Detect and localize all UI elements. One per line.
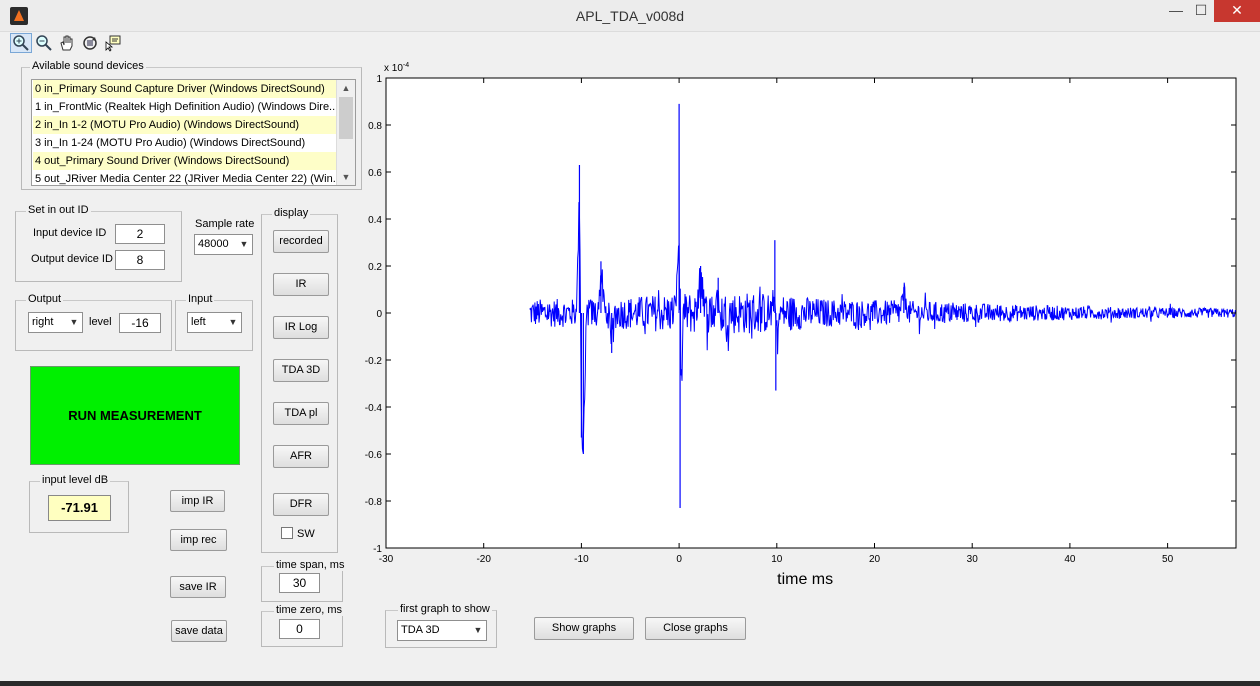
x-tick-label: -20	[476, 554, 491, 565]
y-tick-label: -0.6	[365, 450, 383, 461]
display-tda-pl-button[interactable]: TDA pl	[273, 402, 329, 425]
y-tick-label: -0.2	[365, 356, 383, 367]
chevron-down-icon: ▼	[69, 317, 79, 327]
y-tick-label: 0	[376, 309, 382, 320]
input-label: Input	[186, 293, 215, 305]
close-graphs-button[interactable]: Close graphs	[645, 617, 746, 640]
output-device-id-label: Output device ID	[31, 253, 113, 265]
output-device-id-field[interactable]: 8	[115, 250, 165, 270]
close-button[interactable]: ✕	[1214, 0, 1260, 22]
y-tick-label: -0.8	[365, 497, 383, 508]
output-level-label: level	[89, 316, 112, 328]
display-label: display	[272, 207, 311, 219]
sample-rate-value: 48000	[198, 238, 229, 250]
time-span-field[interactable]: 30	[279, 573, 320, 593]
y-exponent-label: x 10-4	[384, 62, 409, 74]
impulse-response-plot[interactable]: -30 -20 -10 0 10 20 30 40 50 -1 -0.8 -0.6 -0.4 -0.2 0 0…	[360, 56, 1240, 596]
sound-devices-label: Avilable sound devices	[30, 60, 146, 72]
x-tick-label: -10	[574, 554, 589, 565]
x-axis-label: time ms	[777, 571, 833, 588]
time-span-label: time span, ms	[274, 559, 347, 571]
sw-checkbox[interactable]	[281, 527, 293, 539]
x-tick-label: 40	[1064, 554, 1076, 565]
title-bar[interactable]: APL_TDA_v008d — ☐ ✕	[0, 0, 1260, 32]
input-device-id-field[interactable]: 2	[115, 224, 165, 244]
save-ir-button[interactable]: save IR	[170, 576, 226, 598]
maximize-button[interactable]: ☐	[1188, 0, 1214, 22]
input-level-label: input level dB	[40, 474, 111, 486]
pan-hand-icon[interactable]	[56, 33, 78, 53]
display-afr-button[interactable]: AFR	[273, 445, 329, 468]
first-graph-select[interactable]: TDA 3D ▼	[397, 620, 487, 641]
y-tick-label: 0.2	[368, 262, 382, 273]
minimize-button[interactable]: —	[1164, 0, 1188, 22]
scroll-down-arrow-icon[interactable]: ▼	[337, 169, 355, 185]
list-item[interactable]: 2 in_In 1-2 (MOTU Pro Audio) (Windows Di…	[33, 116, 336, 134]
display-tda-3d-button[interactable]: TDA 3D	[273, 359, 329, 382]
list-scrollbar[interactable]: ▲ ▼	[336, 80, 355, 185]
input-channel-value: left	[191, 316, 206, 328]
imp-ir-button[interactable]: imp IR	[170, 490, 225, 512]
chevron-down-icon: ▼	[473, 625, 483, 635]
rotate-3d-icon[interactable]	[79, 33, 101, 53]
set-io-panel: Set in out ID	[15, 204, 182, 282]
input-level-value: -71.91	[48, 495, 111, 521]
zoom-out-icon[interactable]	[33, 33, 55, 53]
input-channel-select[interactable]: left ▼	[187, 312, 242, 333]
sample-rate-label: Sample rate	[195, 218, 255, 230]
set-io-label: Set in out ID	[26, 204, 91, 216]
time-zero-field[interactable]: 0	[279, 619, 320, 639]
window-title: APL_TDA_v008d	[575, 8, 685, 24]
data-cursor-icon[interactable]	[102, 33, 124, 53]
output-label: Output	[26, 293, 64, 305]
y-tick-label: -0.4	[365, 403, 383, 414]
y-exponent-power: -4	[403, 62, 409, 69]
x-tick-label: 10	[771, 554, 783, 565]
scroll-up-arrow-icon[interactable]: ▲	[337, 80, 355, 96]
display-recorded-button[interactable]: recorded	[273, 230, 329, 253]
zoom-in-icon[interactable]	[10, 33, 32, 53]
y-tick-label: 0.6	[368, 168, 382, 179]
input-device-id-label: Input device ID	[33, 227, 107, 239]
y-tick-label: -1	[373, 544, 382, 555]
output-channel-value: right	[32, 316, 54, 328]
y-tick-label: 0.4	[368, 215, 382, 226]
list-item[interactable]: 4 out_Primary Sound Driver (Windows Dire…	[33, 152, 336, 170]
display-ir-log-button[interactable]: IR Log	[273, 316, 329, 339]
taskbar-edge	[0, 681, 1260, 686]
x-tick-label: 20	[869, 554, 881, 565]
y-tick-label: 1	[376, 74, 382, 85]
first-graph-value: TDA 3D	[401, 624, 440, 636]
run-measurement-button[interactable]: RUN MEASUREMENT	[30, 366, 240, 465]
display-dfr-button[interactable]: DFR	[273, 493, 329, 516]
x-tick-label: -30	[379, 554, 394, 565]
list-item[interactable]: 0 in_Primary Sound Capture Driver (Windo…	[33, 80, 336, 98]
list-item[interactable]: 3 in_In 1-24 (MOTU Pro Audio) (Windows D…	[33, 134, 336, 152]
sound-devices-list[interactable]: 0 in_Primary Sound Capture Driver (Windo…	[31, 79, 356, 186]
x-tick-label: 0	[676, 554, 682, 565]
chevron-down-icon: ▼	[228, 317, 238, 327]
chevron-down-icon: ▼	[239, 239, 249, 249]
list-item[interactable]: 1 in_FrontMic (Realtek High Definition A…	[33, 98, 336, 116]
save-data-button[interactable]: save data	[171, 620, 227, 642]
x-tick-label: 50	[1162, 554, 1174, 565]
y-tick-label: 0.8	[368, 121, 382, 132]
display-ir-button[interactable]: IR	[273, 273, 329, 296]
output-level-field[interactable]: -16	[119, 313, 161, 333]
time-zero-label: time zero, ms	[274, 604, 345, 616]
imp-rec-button[interactable]: imp rec	[170, 529, 227, 551]
sample-rate-select[interactable]: 48000 ▼	[194, 234, 253, 255]
sw-label: SW	[297, 528, 315, 540]
scroll-thumb[interactable]	[339, 97, 353, 139]
show-graphs-button[interactable]: Show graphs	[534, 617, 634, 640]
x-tick-label: 30	[967, 554, 979, 565]
output-channel-select[interactable]: right ▼	[28, 312, 83, 333]
first-graph-label: first graph to show	[398, 603, 492, 615]
list-item[interactable]: 5 out_JRiver Media Center 22 (JRiver Med…	[33, 170, 336, 185]
